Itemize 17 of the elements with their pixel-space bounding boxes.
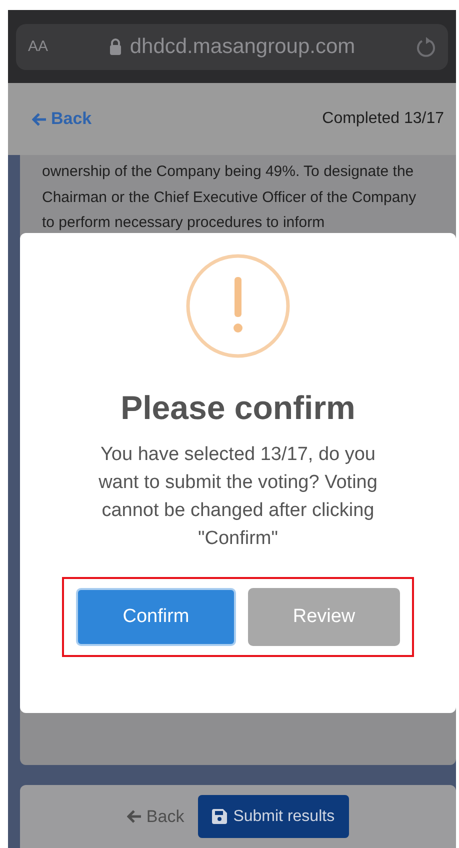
reload-icon[interactable] [416,36,436,58]
left-arrow-icon [32,112,47,126]
save-icon [212,809,228,824]
submit-button[interactable]: Submit results [198,795,349,838]
back-link[interactable]: Back [127,806,184,826]
dialog-title: Please confirm [120,389,356,427]
resolution-text: ownership of the Company being 49%. To designate the Chairman or the Chief Executive Officer of the Company to perform necessary procedures to inform [42,162,418,233]
dialog-message: You have selected 13/17, do you want to submit the voting? Voting cannot be changed after clicking "Confirm" [98,443,378,551]
url-field[interactable]: dhdcd.masangroup.com [130,34,356,58]
progress-label: Completed 13/17 [322,110,444,128]
confirm-button[interactable]: Confirm [76,588,236,646]
text-size-button[interactable]: AA [28,38,48,55]
lock-icon [108,38,122,55]
warning-icon [185,253,291,359]
left-arrow-icon [127,810,142,823]
back-link[interactable]: Back [32,109,92,129]
review-button[interactable]: Review [248,588,400,646]
